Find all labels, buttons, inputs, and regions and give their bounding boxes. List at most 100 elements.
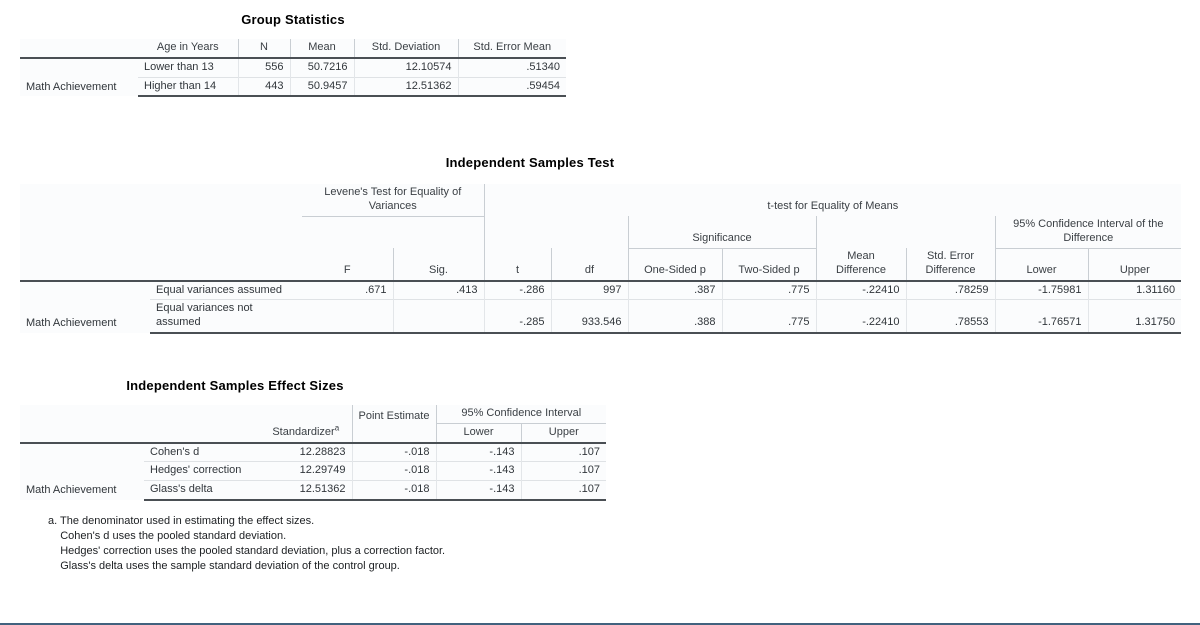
ist-cell-f [302,299,393,334]
ist-corner-cell-2 [150,184,302,216]
ist-cell-sig: .413 [392,280,484,300]
table-group-header-row: Point Estimate 95% Confidence Interval [20,405,607,424]
gs-cell-sd: 12.51362 [353,76,458,98]
es-cell-point-estimate: -.018 [351,461,436,481]
ist-col-ci-upper: Upper [1087,248,1182,282]
es-cell-ci-upper: .107 [520,442,607,462]
gs-cell-se-mean: .59454 [457,76,566,98]
es-cell-ci-upper: .107 [520,461,607,481]
spss-output-viewer: Group Statistics Age in Years N Mean Std… [0,0,1200,625]
ist-row-category: Equal variances not assumed [150,299,302,334]
ist-col-t: t [483,248,551,282]
es-row-measure: Cohen's d [144,442,260,462]
es-col-ci-lower: Lower [435,423,521,444]
es-spacer-standardizer [260,405,352,424]
effect-sizes-block: Independent Samples Effect Sizes Point E… [20,378,607,501]
es-group-ci: 95% Confidence Interval [435,405,607,424]
ist-cell-t: -.285 [483,299,551,334]
table-group-header-row: Levene's Test for Equality of Variances … [20,184,1182,217]
ist-group-levene: Levene's Test for Equality of Variances [302,184,484,217]
ist-spacer-f [302,216,393,248]
ist-cell-mean-difference: -.22410 [815,299,906,334]
es-corner-cell-2 [144,405,260,424]
ist-cell-std-error-difference: .78553 [905,299,995,334]
es-variable-label: Math Achievement [20,442,144,500]
table-row: Math Achievement Cohen's d 12.28823 -.01… [20,442,607,500]
gs-cell-mean: 50.9457 [289,76,354,98]
es-stub-corner [20,423,144,444]
gs-cell-se-mean: .51340 [457,57,566,77]
effect-sizes-title: Independent Samples Effect Sizes [126,378,344,393]
gs-variable-label: Math Achievement [20,57,138,97]
es-cell-standardizer: 12.51362 [260,479,352,501]
table-header-row: Standardizera Lower Upper [20,423,607,444]
group-statistics-table: Age in Years N Mean Std. Deviation Std. … [20,39,566,98]
effect-sizes-footnote: a. The denominator used in estimating th… [48,515,446,572]
es-col-point-estimate-top: Point Estimate [351,405,436,424]
es-col-point-estimate [351,423,436,444]
gs-stub-header: Age in Years [138,39,238,59]
ist-cell-two-sided-p: .775 [721,299,816,334]
ist-col-sig: Sig. [392,248,484,282]
ist-col-f: F [302,248,393,282]
es-col-standardizer-label: Standardizer [272,425,335,438]
ist-group-ci: 95% Confidence Interval of the Differenc… [994,216,1182,249]
ist-cell-std-error-difference: .78259 [905,280,995,300]
ist-col-one-sided-p: One-Sided p [627,248,722,282]
es-cell-ci-upper: .107 [520,479,607,501]
group-statistics-title: Group Statistics [241,12,345,27]
ist-cell-sig [392,299,484,334]
ist-cell-df: 997 [550,280,628,300]
ist-cell-ci-upper: 1.31750 [1087,299,1182,334]
ist-cell-f: .671 [302,280,393,300]
table-row: Equal variances not assumed -.285 933.54… [20,299,1182,334]
es-standardizer-footnote-marker: a [334,423,340,433]
ist-cell-ci-lower: -1.76571 [994,299,1088,334]
gs-col-mean: Mean [289,39,354,59]
es-col-ci-upper: Upper [520,423,607,444]
es-cell-ci-lower: -.143 [435,442,521,462]
ist-group-significance: Significance [627,216,816,249]
gs-cell-n: 556 [237,57,290,77]
ist-row-category: Equal variances assumed [150,280,302,300]
group-statistics-block: Group Statistics Age in Years N Mean Std… [20,12,566,98]
table-row: Math Achievement Equal variances assumed… [20,280,1182,333]
ist-group-ttest: t-test for Equality of Means [483,184,1182,216]
gs-col-std-error-mean: Std. Error Mean [457,39,566,59]
ist-variable-label: Math Achievement [20,280,150,333]
ist-stub-corner [20,248,150,282]
es-cell-ci-lower: -.143 [435,479,521,501]
ist-spacer-df [551,216,628,248]
ist-corner-cell-4 [150,216,302,248]
es-cell-standardizer: 12.29749 [260,461,352,481]
gs-cell-mean: 50.7216 [289,57,354,77]
ist-cell-mean-difference: -.22410 [815,280,906,300]
es-row-measure: Hedges' correction [144,461,260,481]
ist-col-df: df [550,248,628,282]
ist-cell-two-sided-p: .775 [721,280,816,300]
table-header-row: F Sig. t df One-Sided p Two-Sided p Mean… [20,248,1182,282]
ist-stub-corner-2 [150,248,302,282]
independent-samples-test-title: Independent Samples Test [445,155,615,170]
ist-cell-one-sided-p: .387 [627,280,722,300]
table-header-row: Age in Years N Mean Std. Deviation Std. … [20,39,566,59]
es-cell-ci-lower: -.143 [435,461,521,481]
ist-spacer-sediff [906,216,995,248]
ist-cell-ci-lower: -1.75981 [994,280,1088,300]
gs-corner-cell [20,39,138,59]
ist-spacer-sig [393,216,484,248]
gs-row-category: Lower than 13 [138,57,238,77]
es-corner-cell [20,405,144,424]
es-cell-point-estimate: -.018 [351,442,436,462]
gs-cell-sd: 12.10574 [353,57,458,77]
gs-col-std-deviation: Std. Deviation [353,39,458,59]
gs-cell-n: 443 [237,76,290,98]
es-row-measure: Glass's delta [144,479,260,501]
table-subgroup-header-row: Significance 95% Confidence Interval of … [20,216,1182,249]
ist-col-mean-difference: Mean Difference [815,248,906,282]
effect-sizes-footnote-block: a. The denominator used in estimating th… [48,514,445,573]
es-col-standardizer: Standardizera [260,423,352,444]
ist-cell-t: -.286 [483,280,551,300]
ist-col-two-sided-p: Two-Sided p [721,248,816,282]
effect-sizes-table: Point Estimate 95% Confidence Interval S… [20,405,607,501]
